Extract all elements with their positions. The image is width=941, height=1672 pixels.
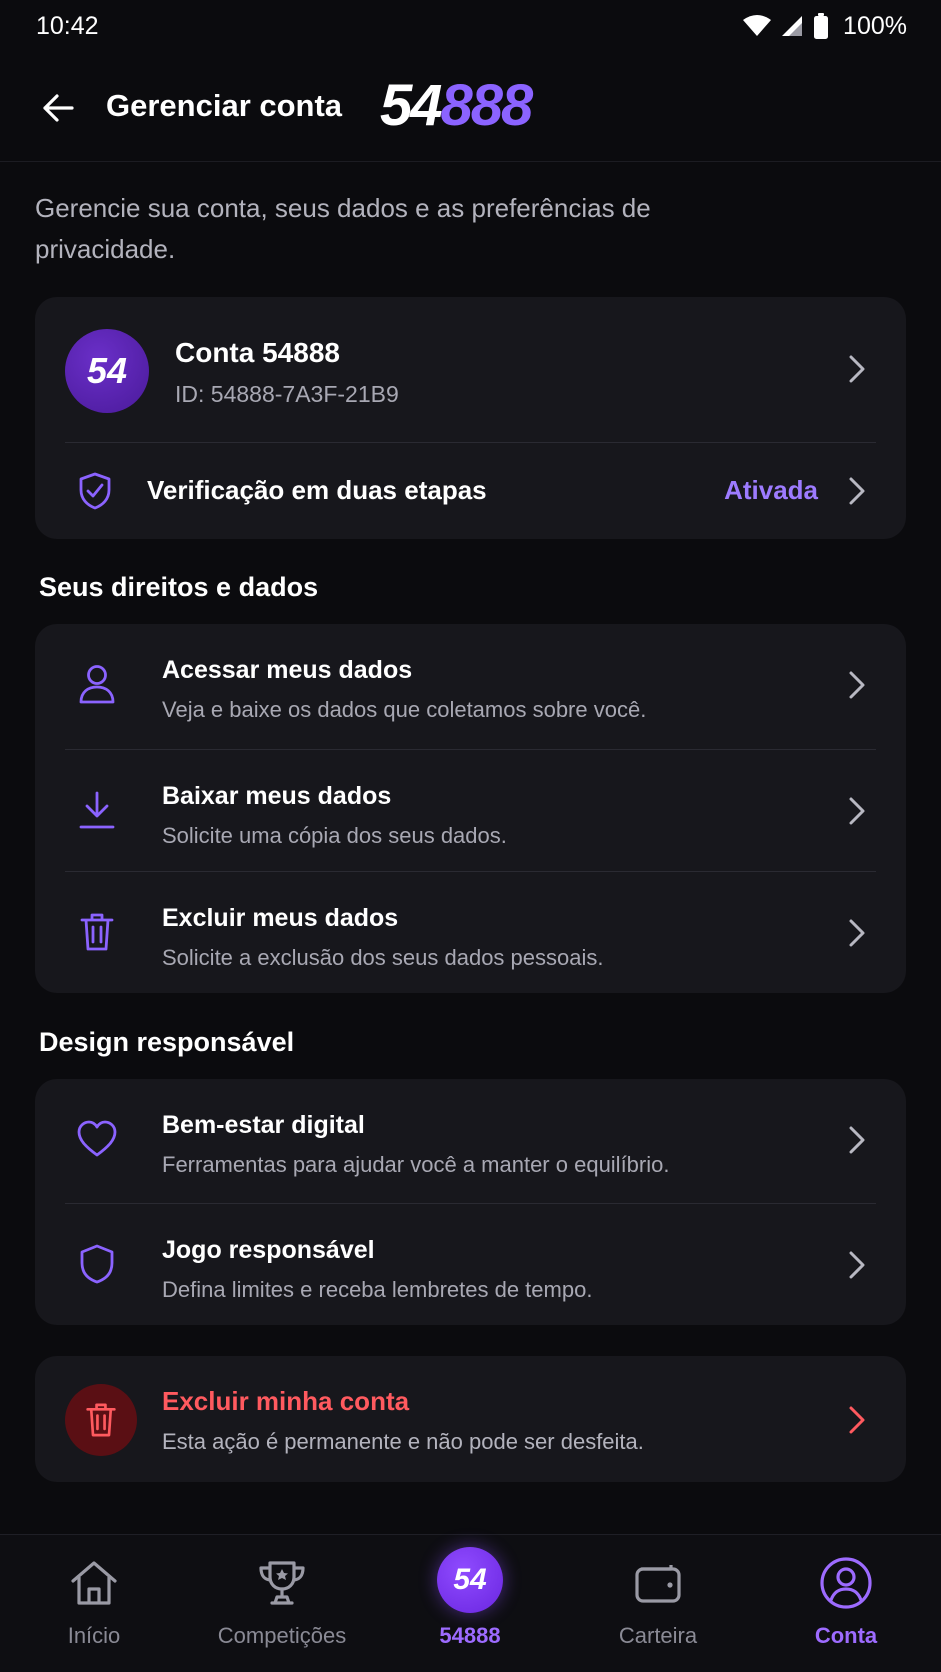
row-subtitle: Solicite a exclusão dos seus dados pesso… bbox=[162, 945, 604, 970]
nav-item-54888[interactable]: 54 54888 bbox=[376, 1535, 564, 1672]
responsible-gaming-row[interactable]: Jogo responsável Defina limites e receba… bbox=[35, 1204, 906, 1325]
status-time: 10:42 bbox=[36, 11, 99, 40]
nav-label: 54888 bbox=[439, 1623, 501, 1648]
wallet-icon bbox=[630, 1555, 686, 1611]
download-data-row[interactable]: Baixar meus dados Solicite uma cópia dos… bbox=[35, 750, 906, 871]
person-icon bbox=[75, 662, 119, 706]
nav-item-home[interactable]: Início bbox=[0, 1535, 188, 1672]
shield-icon bbox=[75, 1242, 119, 1286]
nav-label: Competições bbox=[217, 1623, 347, 1648]
digital-wellbeing-row[interactable]: Bem-estar digital Ferramentas para ajuda… bbox=[35, 1079, 906, 1200]
two-factor-label: Verificação em duas etapas bbox=[147, 475, 487, 505]
design-card: Bem-estar digital Ferramentas para ajuda… bbox=[35, 1079, 906, 1325]
chevron-right-icon bbox=[844, 351, 870, 387]
brand-badge-icon: 54 bbox=[437, 1547, 503, 1613]
nav-badge: 54 bbox=[437, 1547, 503, 1613]
status-bar: 10:42 100% bbox=[0, 0, 941, 52]
chevron-right-icon bbox=[844, 667, 870, 703]
account-row[interactable]: 54 Conta 54888 ID: 54888-7A3F-21B9 bbox=[35, 297, 906, 415]
row-title: Acessar meus dados bbox=[162, 656, 413, 684]
design-section-title: Design responsável bbox=[39, 1027, 295, 1057]
nav-item-wallet[interactable]: Carteira bbox=[564, 1535, 752, 1672]
row-subtitle: Solicite uma cópia dos seus dados. bbox=[162, 823, 507, 848]
profile-icon bbox=[818, 1555, 874, 1611]
nav-item-competitions[interactable]: Competições bbox=[188, 1535, 376, 1672]
battery-percentage: 100% bbox=[843, 11, 907, 40]
delete-account-subtitle: Esta ação é permanente e não pode ser de… bbox=[162, 1429, 644, 1454]
trash-icon bbox=[75, 910, 119, 954]
app-header: Gerenciar conta 54888 bbox=[0, 52, 941, 162]
nav-label: Carteira bbox=[618, 1623, 698, 1648]
two-factor-row[interactable]: Verificação em duas etapas Ativada bbox=[35, 443, 906, 539]
home-icon bbox=[66, 1555, 122, 1611]
access-data-row[interactable]: Acessar meus dados Veja e baixe os dados… bbox=[35, 624, 906, 745]
nav-item-account[interactable]: Conta bbox=[752, 1535, 940, 1672]
row-title: Jogo responsável bbox=[162, 1236, 375, 1264]
row-subtitle: Veja e baixe os dados que coletamos sobr… bbox=[162, 697, 647, 722]
chevron-right-icon bbox=[844, 1402, 870, 1438]
row-title: Bem-estar digital bbox=[162, 1111, 365, 1139]
two-factor-status: Ativada bbox=[724, 475, 818, 505]
brand-logo-purple: 888 bbox=[440, 73, 534, 138]
arrow-left-icon bbox=[43, 94, 74, 122]
delete-account-title: Excluir minha conta bbox=[162, 1386, 410, 1416]
status-icons: 100% bbox=[743, 12, 907, 41]
page-title: Gerenciar conta bbox=[106, 88, 343, 123]
battery-icon bbox=[814, 13, 829, 39]
delete-account-button[interactable]: Excluir minha conta Esta ação é permanen… bbox=[35, 1356, 906, 1482]
row-subtitle: Defina limites e receba lembretes de tem… bbox=[162, 1277, 593, 1302]
chevron-right-icon bbox=[844, 1247, 870, 1283]
shield-check-icon bbox=[77, 471, 113, 511]
chevron-right-icon bbox=[844, 793, 870, 829]
row-title: Baixar meus dados bbox=[162, 782, 392, 810]
trash-icon bbox=[65, 1384, 137, 1456]
row-subtitle: Ferramentas para ajudar você a manter o … bbox=[162, 1152, 670, 1177]
avatar: 54 bbox=[65, 329, 149, 413]
account-name: Conta 54888 bbox=[175, 337, 340, 368]
download-icon bbox=[75, 788, 119, 832]
brand-logo: 54888 bbox=[380, 73, 534, 138]
nav-label: Início bbox=[67, 1623, 121, 1648]
brand-logo-white: 54 bbox=[380, 73, 442, 138]
nav-label: Conta bbox=[814, 1623, 878, 1648]
chevron-right-icon bbox=[844, 473, 870, 509]
row-title: Excluir meus dados bbox=[162, 904, 399, 932]
bottom-navigation: Início Competições 54 54888 Carteira Con… bbox=[0, 1534, 941, 1672]
rights-card: Acessar meus dados Veja e baixe os dados… bbox=[35, 624, 906, 993]
heart-icon bbox=[75, 1117, 119, 1161]
chevron-right-icon bbox=[844, 1122, 870, 1158]
delete-data-row[interactable]: Excluir meus dados Solicite a exclusão d… bbox=[35, 872, 906, 993]
trophy-icon bbox=[254, 1555, 310, 1611]
back-button[interactable] bbox=[38, 88, 78, 128]
intro-text: Gerencie sua conta, seus dados e as pref… bbox=[35, 193, 651, 264]
account-id: ID: 54888-7A3F-21B9 bbox=[175, 381, 399, 407]
chevron-right-icon bbox=[844, 915, 870, 951]
wifi-icon bbox=[743, 15, 772, 36]
signal-icon bbox=[782, 16, 803, 36]
rights-section-title: Seus direitos e dados bbox=[39, 572, 319, 602]
manage-account-screen: 10:42 100% Gerenciar conta 54888 Gerenci… bbox=[0, 0, 941, 1672]
account-card: 54 Conta 54888 ID: 54888-7A3F-21B9 Verif… bbox=[35, 297, 906, 539]
